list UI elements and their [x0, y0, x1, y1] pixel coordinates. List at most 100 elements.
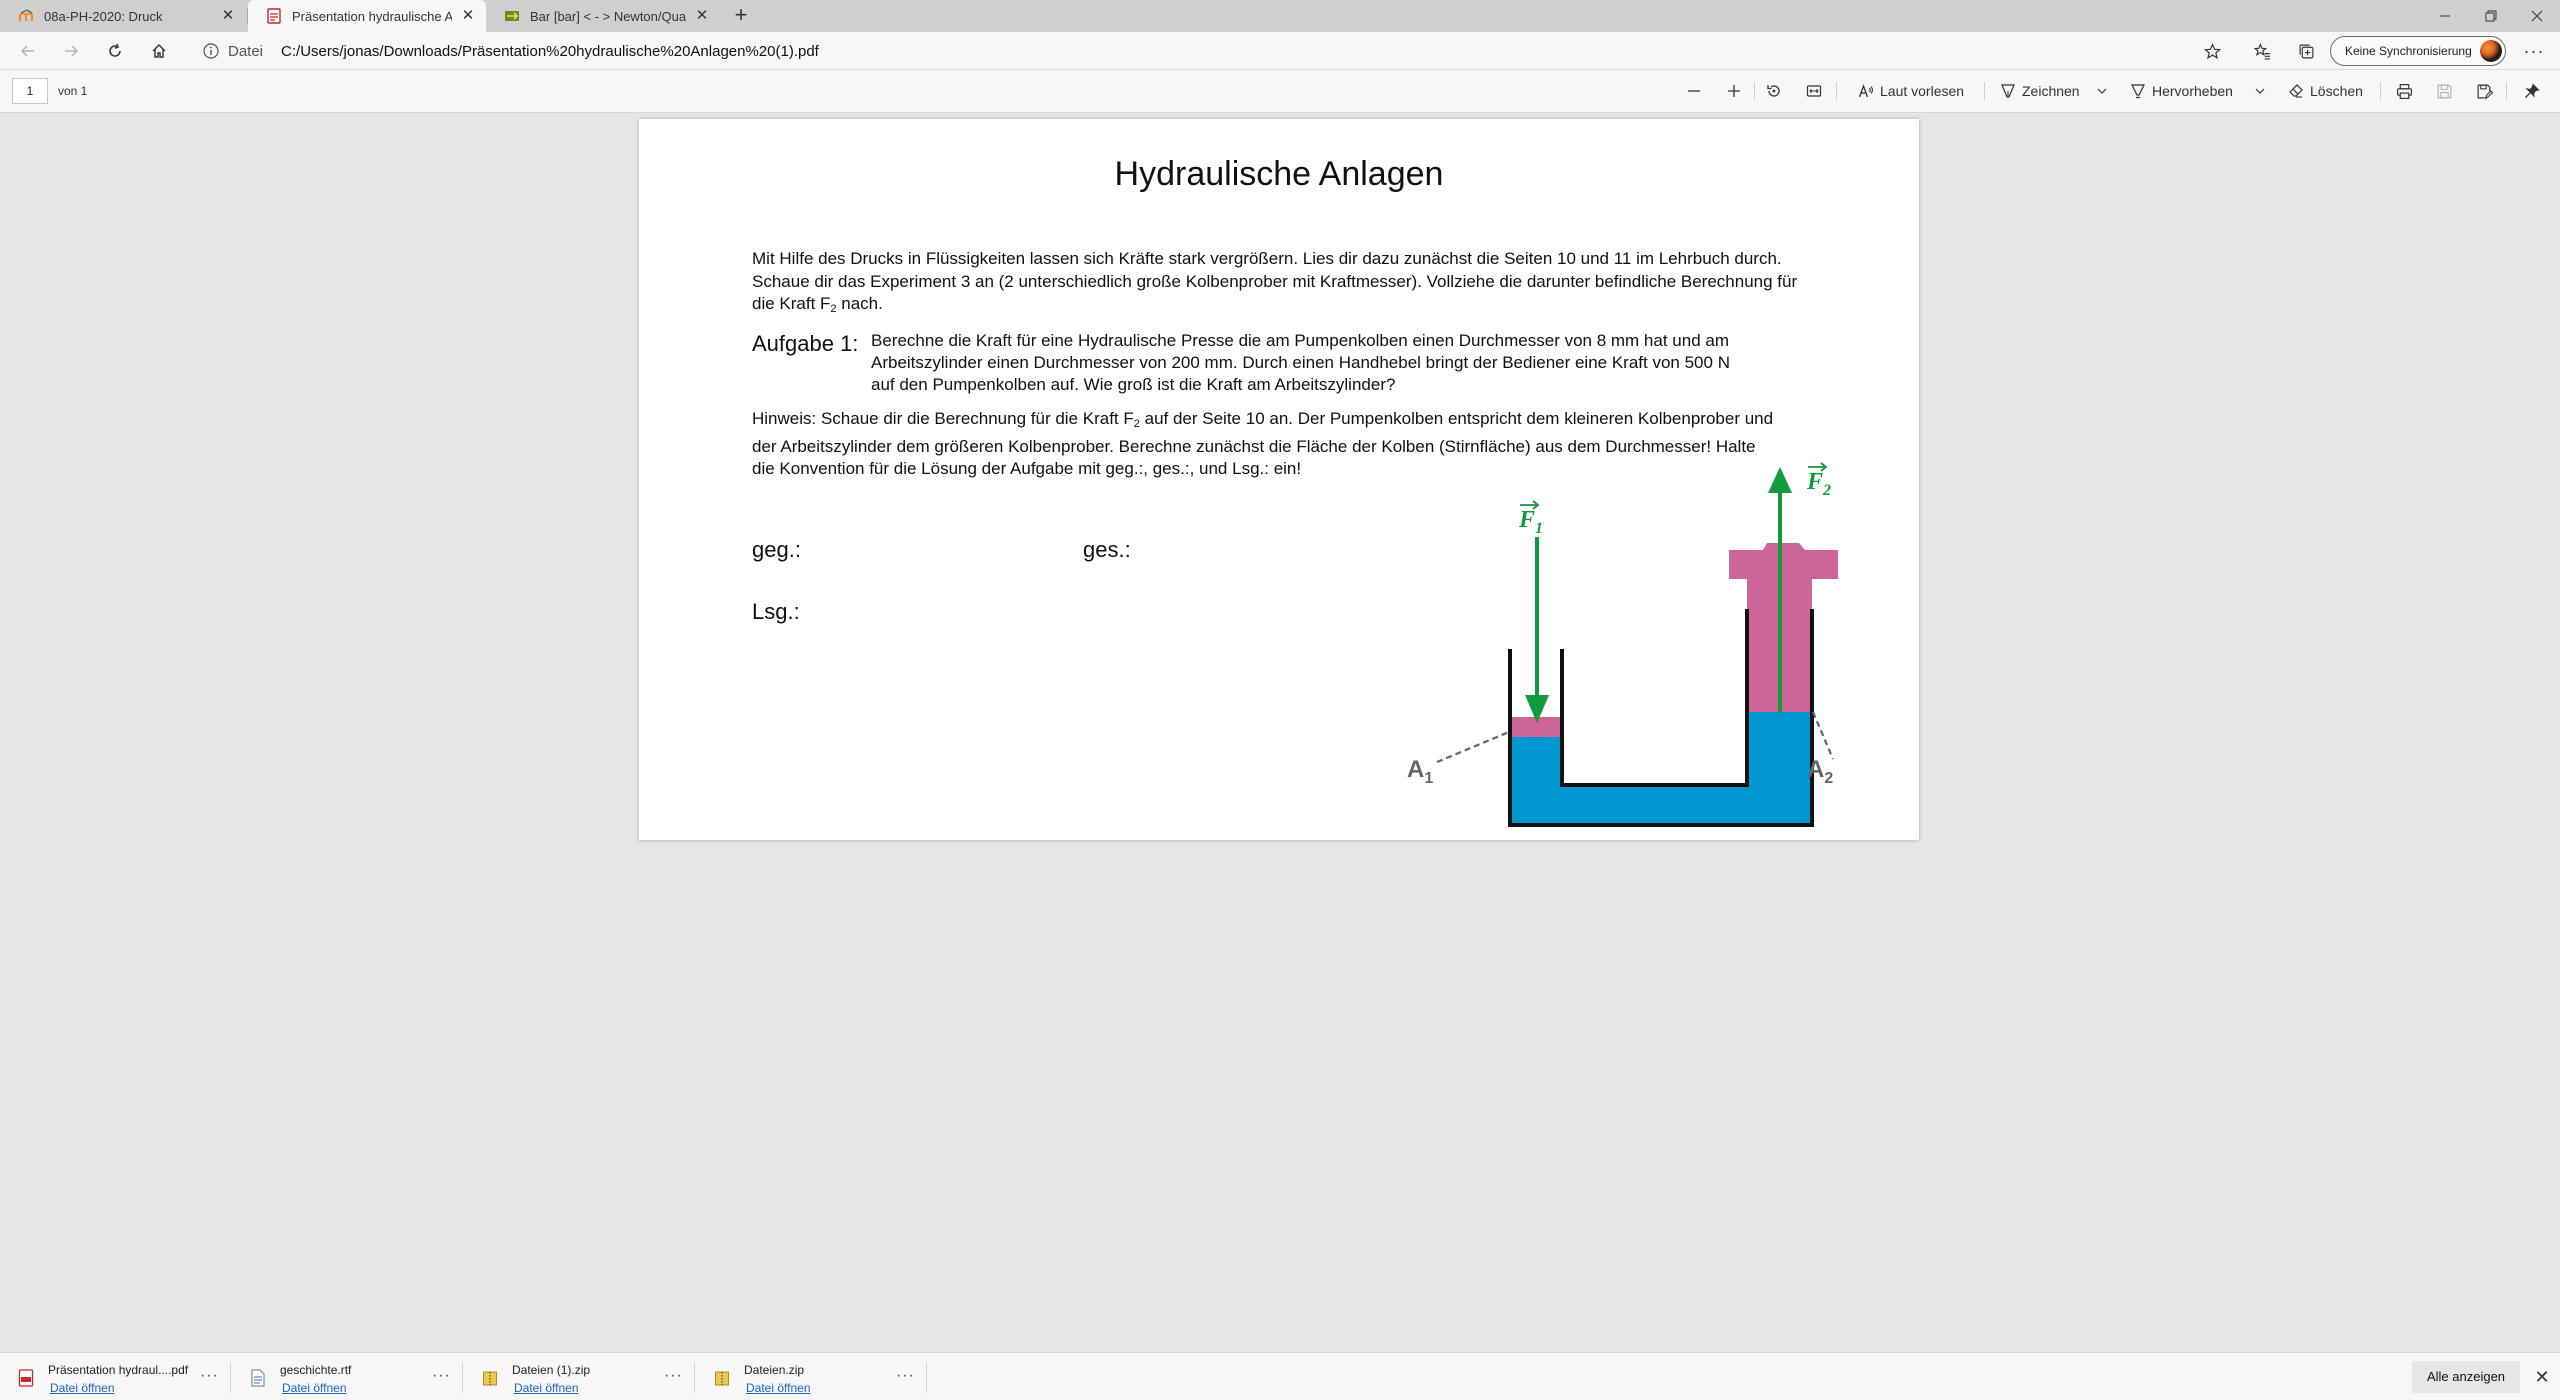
- converter-favicon-icon: [505, 11, 519, 21]
- tab-druck[interactable]: 08a-PH-2020: Druck ✕: [0, 0, 246, 32]
- tab-strip: 08a-PH-2020: Druck ✕ Präsentation hydrau…: [0, 0, 2560, 32]
- highlight-label: Hervorheben: [2152, 83, 2233, 99]
- favorites-button[interactable]: [2248, 37, 2276, 65]
- moodle-favicon-icon: [19, 9, 33, 21]
- url-scheme-label: Datei: [228, 42, 264, 60]
- tab-pdf-hydraulik[interactable]: Präsentation hydraulische Anlagen ✕: [248, 0, 486, 32]
- read-aloud-button[interactable]: Laut vorlesen: [1858, 80, 1964, 102]
- task-label: Aufgabe 1:: [752, 331, 859, 356]
- page-count-label: von 1: [58, 84, 88, 98]
- area-a1-subscript: 1: [1424, 770, 1433, 787]
- close-window-button[interactable]: [2514, 0, 2560, 32]
- zoom-out-button[interactable]: [1686, 80, 1708, 102]
- download-more-button[interactable]: ···: [896, 1367, 915, 1385]
- task-line: Arbeitszylinder einen Durchmesser von 20…: [871, 353, 1730, 372]
- toolbar-divider: [1754, 82, 1755, 100]
- home-button[interactable]: [145, 37, 173, 65]
- erase-button[interactable]: Löschen: [2288, 80, 2363, 102]
- intro-line: Mit Hilfe des Drucks in Flüssigkeiten la…: [752, 249, 1782, 268]
- add-favorite-button[interactable]: [2198, 37, 2226, 65]
- pdf-file-icon: [18, 1369, 34, 1387]
- read-aloud-icon: [1858, 84, 1874, 98]
- open-file-link[interactable]: Datei öffnen: [514, 1381, 579, 1395]
- erase-label: Löschen: [2310, 83, 2363, 99]
- download-item[interactable]: Dateien (1).zip Datei öffnen ···: [468, 1361, 694, 1397]
- force-f1-subscript: 1: [1535, 520, 1543, 537]
- intro-text: die Kraft F: [752, 294, 831, 313]
- info-icon[interactable]: [202, 42, 220, 60]
- save-button[interactable]: [2436, 80, 2459, 102]
- download-item[interactable]: geschichte.rtf Datei öffnen ···: [236, 1361, 462, 1397]
- toolbar-divider: [2380, 82, 2381, 100]
- tab-title: Bar [bar] < - > Newton/Quadratmeter: [530, 8, 686, 24]
- close-tab-icon[interactable]: ✕: [460, 8, 476, 24]
- close-download-shelf-button[interactable]: ✕: [2530, 1365, 2554, 1389]
- chevron-down-icon: [2255, 88, 2265, 94]
- download-divider: [462, 1363, 463, 1393]
- draw-options-button[interactable]: [2096, 80, 2114, 102]
- toolbar-divider: [1984, 82, 1985, 100]
- download-filename: geschichte.rtf: [280, 1363, 352, 1377]
- fit-page-icon: [1806, 85, 1822, 97]
- rotate-icon: [1767, 85, 1780, 97]
- collections-button[interactable]: [2292, 37, 2320, 65]
- close-tab-icon[interactable]: ✕: [220, 8, 236, 24]
- url-text[interactable]: C:/Users/jonas/Downloads/Präsentation%20…: [281, 43, 819, 60]
- rotate-button[interactable]: [1766, 80, 1788, 102]
- download-shelf: Präsentation hydraul....pdf Datei öffnen…: [0, 1352, 2560, 1400]
- pin-icon: [2525, 83, 2540, 98]
- close-tab-icon[interactable]: ✕: [694, 8, 710, 24]
- settings-menu-button[interactable]: ···: [2520, 37, 2548, 65]
- avatar: [2480, 40, 2502, 62]
- draw-button[interactable]: Zeichnen: [2000, 80, 2080, 102]
- reload-button[interactable]: [101, 37, 129, 65]
- intro-text: nach.: [836, 294, 883, 313]
- force-f1-symbol: F: [1518, 507, 1535, 533]
- pdf-favicon-icon: [267, 8, 281, 24]
- print-button[interactable]: [2396, 80, 2419, 102]
- download-more-button[interactable]: ···: [200, 1367, 219, 1385]
- restore-window-button[interactable]: [2468, 0, 2514, 32]
- area-a1-symbol: A: [1407, 756, 1424, 783]
- download-more-button[interactable]: ···: [432, 1367, 451, 1385]
- reload-icon: [109, 43, 121, 57]
- highlight-button[interactable]: Hervorheben: [2130, 80, 2233, 102]
- profile-sync-button[interactable]: Keine Synchronisierung: [2330, 36, 2506, 66]
- new-tab-button[interactable]: +: [728, 3, 754, 29]
- download-item[interactable]: Präsentation hydraul....pdf Datei öffnen…: [4, 1361, 230, 1397]
- toolbar-divider: [2506, 82, 2507, 100]
- given-label: geg.:: [752, 537, 801, 562]
- task-text: Berechne die Kraft für eine Hydraulische…: [871, 330, 1741, 396]
- tab-bar-converter[interactable]: Bar [bar] < - > Newton/Quadratmeter ✕: [486, 0, 720, 32]
- highlighter-icon: [2131, 84, 2145, 99]
- open-file-link[interactable]: Datei öffnen: [50, 1381, 115, 1395]
- fit-page-button[interactable]: [1806, 80, 1828, 102]
- pin-toolbar-button[interactable]: [2524, 80, 2546, 102]
- highlight-options-button[interactable]: [2254, 80, 2272, 102]
- eraser-icon: [2289, 84, 2303, 98]
- download-item[interactable]: Dateien.zip Datei öffnen ···: [700, 1361, 926, 1397]
- address-bar[interactable]: Datei C:/Users/jonas/Downloads/Präsentat…: [186, 36, 2222, 66]
- download-more-button[interactable]: ···: [664, 1367, 683, 1385]
- hint-line: Hinweis: Schaue dir die Berechnung für d…: [752, 408, 1773, 436]
- zip-file-icon: [483, 1371, 497, 1386]
- area-a2-leader-line: [1811, 711, 1835, 760]
- back-button[interactable]: [14, 37, 42, 65]
- pdf-page: Hydraulische Anlagen Mit Hilfe des Druck…: [639, 119, 1919, 840]
- minimize-window-button[interactable]: [2422, 0, 2468, 32]
- forward-button[interactable]: [57, 37, 85, 65]
- save-as-button[interactable]: [2476, 80, 2499, 102]
- minus-icon: [1688, 90, 1700, 92]
- area-a2-subscript: 2: [1824, 770, 1833, 787]
- home-icon: [152, 44, 166, 58]
- open-file-link[interactable]: Datei öffnen: [282, 1381, 347, 1395]
- rtf-file-icon: [251, 1369, 265, 1387]
- zoom-in-button[interactable]: [1726, 80, 1748, 102]
- force-f2-subscript: 2: [1822, 482, 1831, 499]
- print-icon: [2397, 83, 2412, 99]
- page-number-input[interactable]: 1: [12, 78, 48, 104]
- star-icon: [2203, 42, 2221, 59]
- show-all-downloads-button[interactable]: Alle anzeigen: [2412, 1361, 2520, 1393]
- open-file-link[interactable]: Datei öffnen: [746, 1381, 811, 1395]
- zip-file-icon: [715, 1371, 729, 1386]
